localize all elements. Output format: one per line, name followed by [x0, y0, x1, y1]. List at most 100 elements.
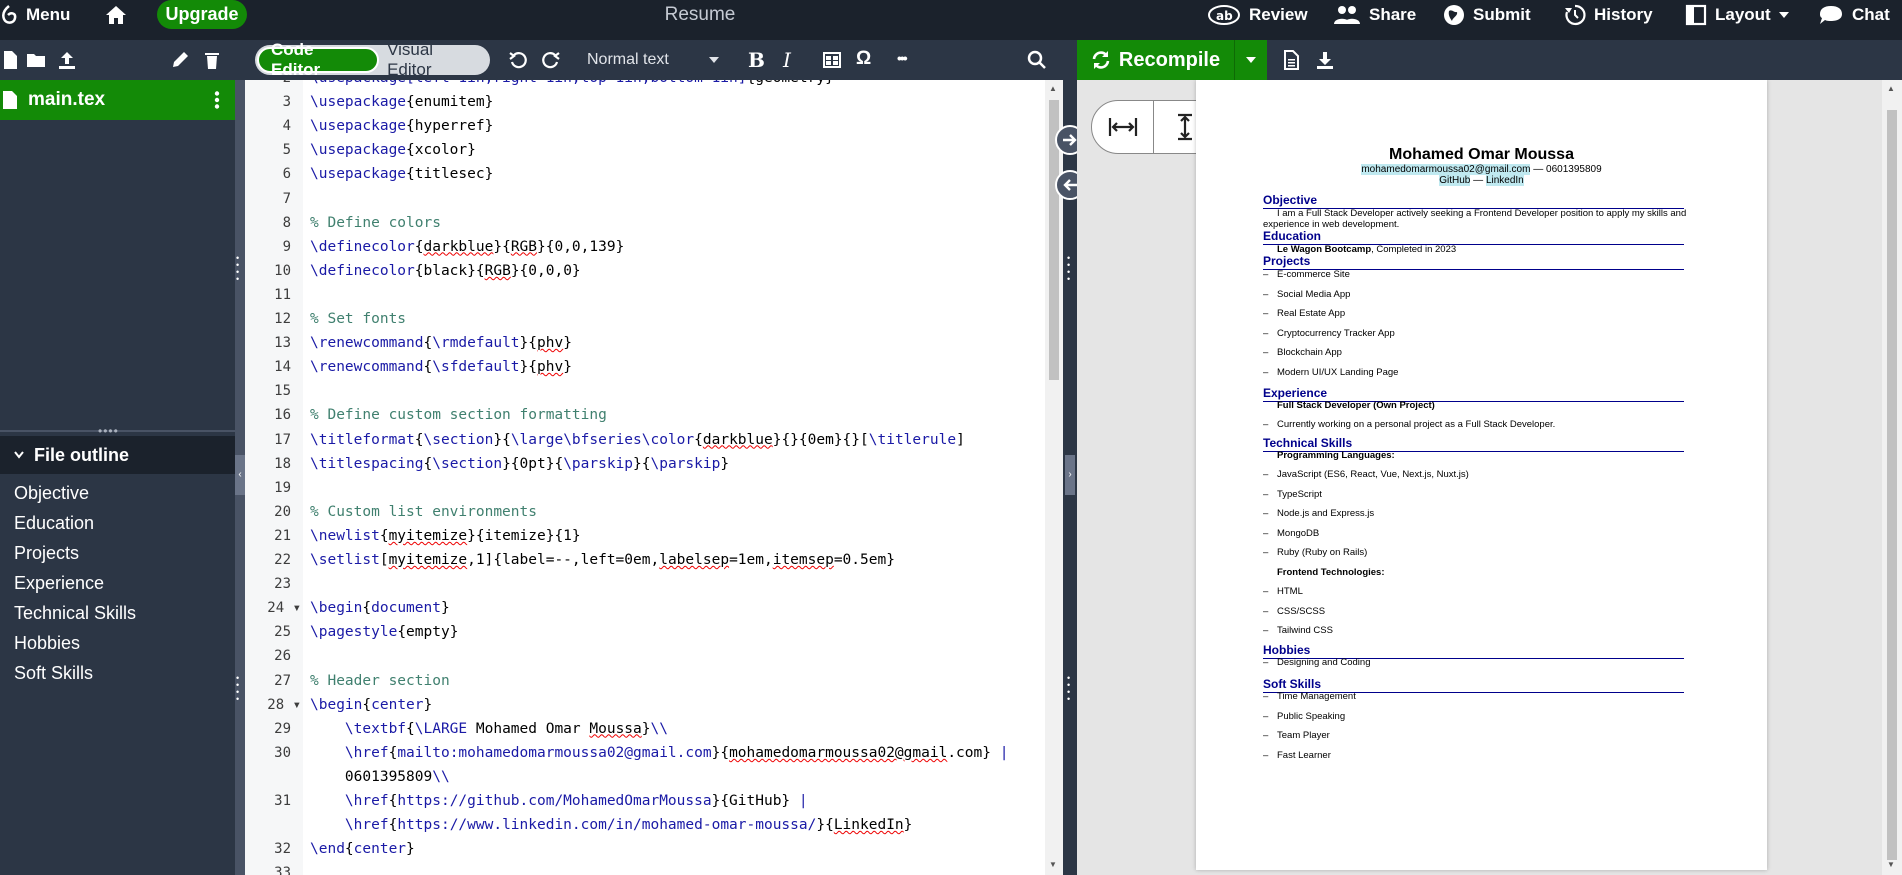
code-line[interactable]: \href{https://github.com/MohamedOmarMous…: [310, 793, 808, 809]
code-editor-button[interactable]: Code Editor: [257, 40, 380, 79]
code-line[interactable]: \usepackage{titlesec}: [310, 166, 493, 182]
code-editor[interactable]: 23456789101112131415161718192021222324 ▾…: [245, 80, 1045, 875]
github-link[interactable]: GitHub: [1439, 175, 1471, 186]
code-line[interactable]: \end{center}: [310, 841, 415, 857]
editor-scrollbar[interactable]: ▲ ▼: [1045, 80, 1063, 875]
outline-item-education[interactable]: Education: [14, 508, 136, 538]
code-line[interactable]: \renewcommand{\sfdefault}{phv}: [310, 359, 572, 375]
outline-item-hobbies[interactable]: Hobbies: [14, 628, 136, 658]
code-line[interactable]: \titlespacing{\section}{0pt}{\parskip}{\…: [310, 456, 729, 472]
file-name: main.tex: [28, 89, 106, 110]
code-line[interactable]: \renewcommand{\rmdefault}{phv}: [310, 335, 572, 351]
resume-list-item: – MongoDB: [1263, 527, 1320, 539]
visual-editor-button[interactable]: Visual Editor: [379, 40, 488, 79]
line-number: 6: [282, 166, 291, 183]
table-icon[interactable]: [822, 50, 842, 70]
download-icon[interactable]: [1315, 50, 1335, 70]
caret-down-icon: [1778, 11, 1789, 18]
code-line[interactable]: \href{https://www.linkedin.com/in/mohame…: [310, 817, 912, 833]
submit-button[interactable]: Submit: [1443, 0, 1531, 29]
resume-list-item: – Team Player: [1263, 730, 1330, 742]
code-line[interactable]: \definecolor{black}{RGB}{0,0,0}: [310, 263, 581, 279]
bold-button[interactable]: B: [748, 48, 765, 72]
redo-icon[interactable]: [541, 50, 561, 70]
file-outline-header[interactable]: File outline: [0, 436, 235, 474]
history-button[interactable]: History: [1564, 0, 1653, 29]
code-line[interactable]: \newlist{myitemize}{itemize}{1}: [310, 528, 581, 544]
upgrade-button[interactable]: Upgrade: [157, 0, 247, 29]
file-menu-icon[interactable]: [214, 91, 220, 109]
search-icon[interactable]: [1027, 50, 1047, 70]
code-line[interactable]: \usepackage{enumitem}: [310, 94, 493, 110]
globe-icon: [1444, 4, 1464, 25]
code-line[interactable]: \definecolor{darkblue}{RGB}{0,0,139}: [310, 239, 624, 255]
code-line[interactable]: \setlist[myitemize,1]{label=--,left=0em,…: [310, 552, 895, 568]
code-line[interactable]: \pagestyle{empty}: [310, 624, 458, 640]
menu-button[interactable]: Menu: [0, 0, 70, 29]
code-line[interactable]: % Custom list environments: [310, 504, 537, 520]
overleaf-logo-icon: [1, 4, 17, 24]
chevron-down-icon: [14, 451, 24, 459]
pdf-viewer[interactable]: Mohamed Omar Moussa mohamedomarmoussa02@…: [1077, 80, 1882, 875]
undo-icon[interactable]: [508, 50, 528, 70]
line-number: 3: [282, 94, 291, 111]
code-line[interactable]: % Set fonts: [310, 311, 406, 327]
more-options-button[interactable]: •••: [897, 50, 908, 66]
text-style-select[interactable]: Normal text: [587, 40, 719, 80]
section-title-experience: Experience: [1263, 386, 1328, 400]
code-line[interactable]: \begin{center}: [310, 697, 432, 713]
outline-item-objective[interactable]: Objective: [14, 478, 136, 508]
new-file-icon[interactable]: [0, 50, 20, 70]
review-icon: ab: [1208, 4, 1240, 25]
recompile-options-button[interactable]: [1234, 40, 1267, 80]
line-number: 30: [274, 744, 291, 761]
linkedin-link[interactable]: LinkedIn: [1485, 175, 1524, 186]
section-title-technical-skills: Technical Skills: [1263, 436, 1353, 450]
file-tree-resize-gutter[interactable]: • • • • ‹ • • • •: [235, 80, 245, 875]
line-number: 18: [274, 455, 291, 472]
home-button[interactable]: [104, 0, 128, 29]
chat-button[interactable]: Chat: [1818, 0, 1890, 29]
code-line[interactable]: \usepackage[left=1in,right=1in,top=1in,b…: [310, 80, 834, 86]
code-line[interactable]: \textbf{\LARGE Mohamed Omar Moussa}\\: [310, 721, 668, 737]
code-line[interactable]: % Define custom section formatting: [310, 407, 607, 423]
line-number: 28 ▾: [267, 696, 301, 713]
outline-item-experience[interactable]: Experience: [14, 568, 136, 598]
line-number: 7: [282, 190, 291, 207]
upload-icon[interactable]: [57, 50, 77, 70]
resume-list-item: – HTML: [1263, 586, 1303, 597]
recompile-button[interactable]: Recompile: [1077, 40, 1234, 80]
pdf-scrollbar[interactable]: ▲ ▼: [1882, 80, 1902, 875]
pdf-scrollbar-thumb[interactable]: [1887, 110, 1897, 860]
delete-trash-icon[interactable]: [202, 50, 222, 70]
code-line[interactable]: % Define colors: [310, 215, 441, 231]
outline-item-technical-skills[interactable]: Technical Skills: [14, 598, 136, 628]
fit-width-button[interactable]: [1092, 101, 1155, 153]
review-button[interactable]: ab Review: [1207, 0, 1308, 29]
pdf-page: Mohamed Omar Moussa mohamedomarmoussa02@…: [1196, 80, 1767, 870]
code-line[interactable]: \titleformat{\section}{\large\bfseries\c…: [310, 432, 965, 448]
rename-pencil-icon[interactable]: [170, 50, 190, 70]
new-folder-icon[interactable]: [26, 50, 46, 70]
outline-header-label: File outline: [34, 444, 130, 465]
document-icon[interactable]: [1281, 50, 1301, 70]
code-line[interactable]: \href{mailto:mohamedomarmoussa02@gmail.c…: [310, 745, 1009, 761]
code-line[interactable]: \usepackage{hyperref}: [310, 118, 493, 134]
collapse-file-tree-button[interactable]: ‹: [235, 455, 245, 495]
chat-label: Chat: [1852, 4, 1890, 24]
italic-button[interactable]: I: [783, 48, 791, 72]
code-line[interactable]: 0601395809\\: [310, 769, 450, 785]
share-button[interactable]: Share: [1333, 0, 1416, 29]
line-number: 11: [274, 286, 291, 303]
file-item-main-tex[interactable]: main.tex: [0, 80, 235, 120]
code-line[interactable]: \usepackage{xcolor}: [310, 142, 476, 158]
outline-item-soft-skills[interactable]: Soft Skills: [14, 658, 136, 688]
code-line[interactable]: \begin{document}: [310, 600, 450, 616]
resume-contact-line: mohamedomarmoussa02@gmail.com — 06013958…: [1196, 164, 1767, 175]
layout-button[interactable]: Layout: [1685, 0, 1789, 29]
outline-item-projects[interactable]: Projects: [14, 538, 136, 568]
code-line[interactable]: % Header section: [310, 673, 450, 689]
collapse-pdf-button[interactable]: ›: [1065, 455, 1075, 495]
insert-symbol-button[interactable]: Ω: [856, 48, 871, 70]
email-link[interactable]: mohamedomarmoussa02@gmail.com: [1361, 164, 1531, 175]
